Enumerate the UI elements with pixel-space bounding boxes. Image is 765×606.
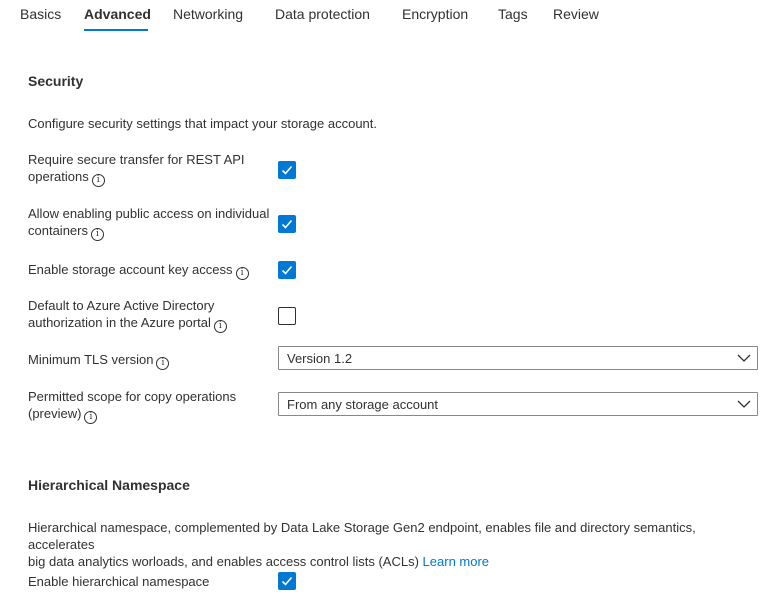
public-access-label-line1: Allow enabling public access on individu… [28, 206, 270, 221]
public-access-label-line2: containers [28, 223, 88, 238]
tab-encryption[interactable]: Encryption [402, 6, 468, 22]
info-icon[interactable]: i [84, 411, 98, 424]
storage-account-advanced-page: Basics Advanced Networking Data protecti… [0, 0, 765, 606]
public-access-label: Allow enabling public access on individu… [28, 205, 269, 241]
checkmark-icon [281, 265, 293, 275]
tab-networking[interactable]: Networking [173, 6, 243, 22]
learn-more-link[interactable]: Learn more [423, 554, 489, 569]
checkmark-icon [281, 576, 293, 586]
copy-scope-label-line2: (preview) [28, 406, 82, 421]
aad-authorization-label-line1: Default to Azure Active Directory [28, 298, 215, 313]
aad-authorization-checkbox[interactable] [278, 307, 296, 325]
tab-advanced[interactable]: Advanced [84, 6, 151, 22]
info-icon[interactable]: i [90, 228, 104, 241]
secure-transfer-checkbox[interactable] [278, 161, 296, 179]
active-tab-indicator [84, 29, 148, 31]
copy-scope-label: Permitted scope for copy operations (pre… [28, 388, 236, 424]
tls-version-label-text: Minimum TLS version [28, 352, 154, 367]
tab-bar: Basics Advanced Networking Data protecti… [0, 0, 765, 36]
chevron-down-icon [737, 354, 751, 362]
hns-description-line2: big data analytics worloads, and enables… [28, 554, 419, 569]
hns-enable-label: Enable hierarchical namespace [28, 574, 210, 589]
tab-data-protection[interactable]: Data protection [275, 6, 370, 22]
key-access-label: Enable storage account key access i [28, 261, 249, 280]
public-access-checkbox[interactable] [278, 215, 296, 233]
tls-version-label: Minimum TLS version i [28, 351, 170, 370]
key-access-checkbox[interactable] [278, 261, 296, 279]
hns-description-line1: Hierarchical namespace, complemented by … [28, 520, 696, 552]
info-icon[interactable]: i [156, 357, 170, 370]
checkmark-icon [281, 219, 293, 229]
tls-version-dropdown[interactable]: Version 1.2 [278, 346, 758, 370]
tab-basics[interactable]: Basics [20, 6, 61, 22]
copy-scope-value: From any storage account [287, 397, 439, 412]
info-icon[interactable]: i [235, 267, 249, 280]
key-access-label-text: Enable storage account key access [28, 262, 233, 277]
checkmark-icon [281, 165, 293, 175]
aad-authorization-label: Default to Azure Active Directory author… [28, 297, 227, 333]
tab-tags[interactable]: Tags [498, 6, 528, 22]
copy-scope-dropdown[interactable]: From any storage account [278, 392, 758, 416]
hns-enable-checkbox[interactable] [278, 572, 296, 590]
tls-version-value: Version 1.2 [287, 351, 353, 366]
secure-transfer-label: Require secure transfer for REST API ope… [28, 151, 245, 187]
chevron-down-icon [737, 400, 751, 408]
security-section-title: Security [28, 73, 84, 89]
hns-section-title: Hierarchical Namespace [28, 477, 190, 493]
info-icon[interactable]: i [213, 320, 227, 333]
hns-description: Hierarchical namespace, complemented by … [28, 519, 763, 570]
aad-authorization-label-line2: authorization in the Azure portal [28, 315, 211, 330]
secure-transfer-label-line1: Require secure transfer for REST API [28, 152, 245, 167]
copy-scope-label-line1: Permitted scope for copy operations [28, 389, 237, 404]
secure-transfer-label-line2: operations [28, 169, 89, 184]
security-description: Configure security settings that impact … [28, 116, 378, 131]
info-icon[interactable]: i [91, 174, 105, 187]
tab-review[interactable]: Review [553, 6, 599, 22]
